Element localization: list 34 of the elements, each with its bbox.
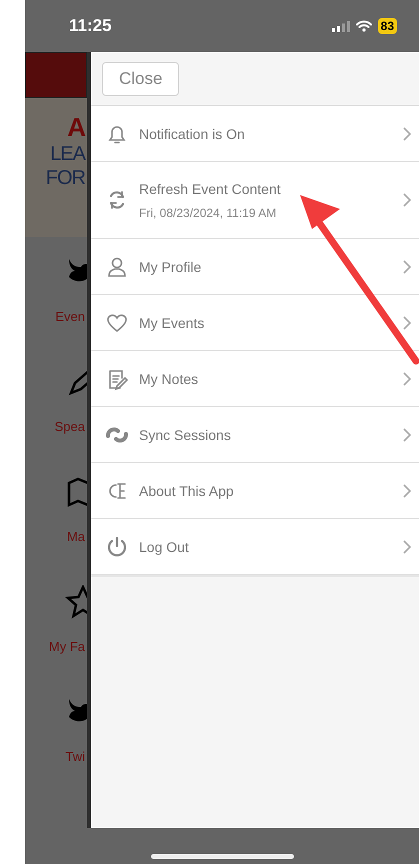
menu-item[interactable]: My Profile <box>91 239 419 295</box>
wifi-icon <box>356 20 372 32</box>
menu-item-label: My Events <box>139 314 206 330</box>
menu-item-label: Sync Sessions <box>139 426 232 442</box>
power-icon <box>105 534 129 558</box>
banner-text: A <box>67 112 85 142</box>
signal-icon <box>332 20 350 32</box>
menu-item[interactable]: About This App <box>91 463 419 519</box>
chevron-right-icon <box>403 428 411 442</box>
menu-item-label: Log Out <box>139 538 190 554</box>
last-refresh-time: Fri, 08/23/2024, 11:19 AM <box>139 206 278 220</box>
chevron-right-icon <box>403 484 411 498</box>
menu-item-label: Refresh Event Content <box>139 180 282 196</box>
menu-item[interactable]: My Events <box>91 295 419 351</box>
chevron-right-icon <box>403 193 411 207</box>
chevron-right-icon <box>403 540 411 554</box>
banner-text: FOR <box>46 166 85 190</box>
person-icon <box>105 254 129 278</box>
menu-item[interactable]: My Notes <box>91 351 419 407</box>
menu-item[interactable]: Sync Sessions <box>91 407 419 463</box>
banner-text: LEA <box>50 142 85 166</box>
status-time: 11:25 <box>69 16 112 36</box>
battery-indicator: 83 <box>378 18 397 34</box>
close-button[interactable]: Close <box>102 62 180 96</box>
chevron-right-icon <box>403 260 411 274</box>
menu-item[interactable]: Log Out <box>91 519 419 575</box>
menu-item[interactable]: Notification is On <box>91 106 419 162</box>
menu-item-label: My Notes <box>139 370 200 386</box>
chevron-right-icon <box>403 126 411 140</box>
menu-item-label: Notification is On <box>139 126 246 142</box>
chevron-right-icon <box>403 372 411 386</box>
menu-item-label: About This App <box>139 482 235 498</box>
chevron-right-icon <box>403 316 411 330</box>
menu-item-label: My Profile <box>139 258 202 274</box>
